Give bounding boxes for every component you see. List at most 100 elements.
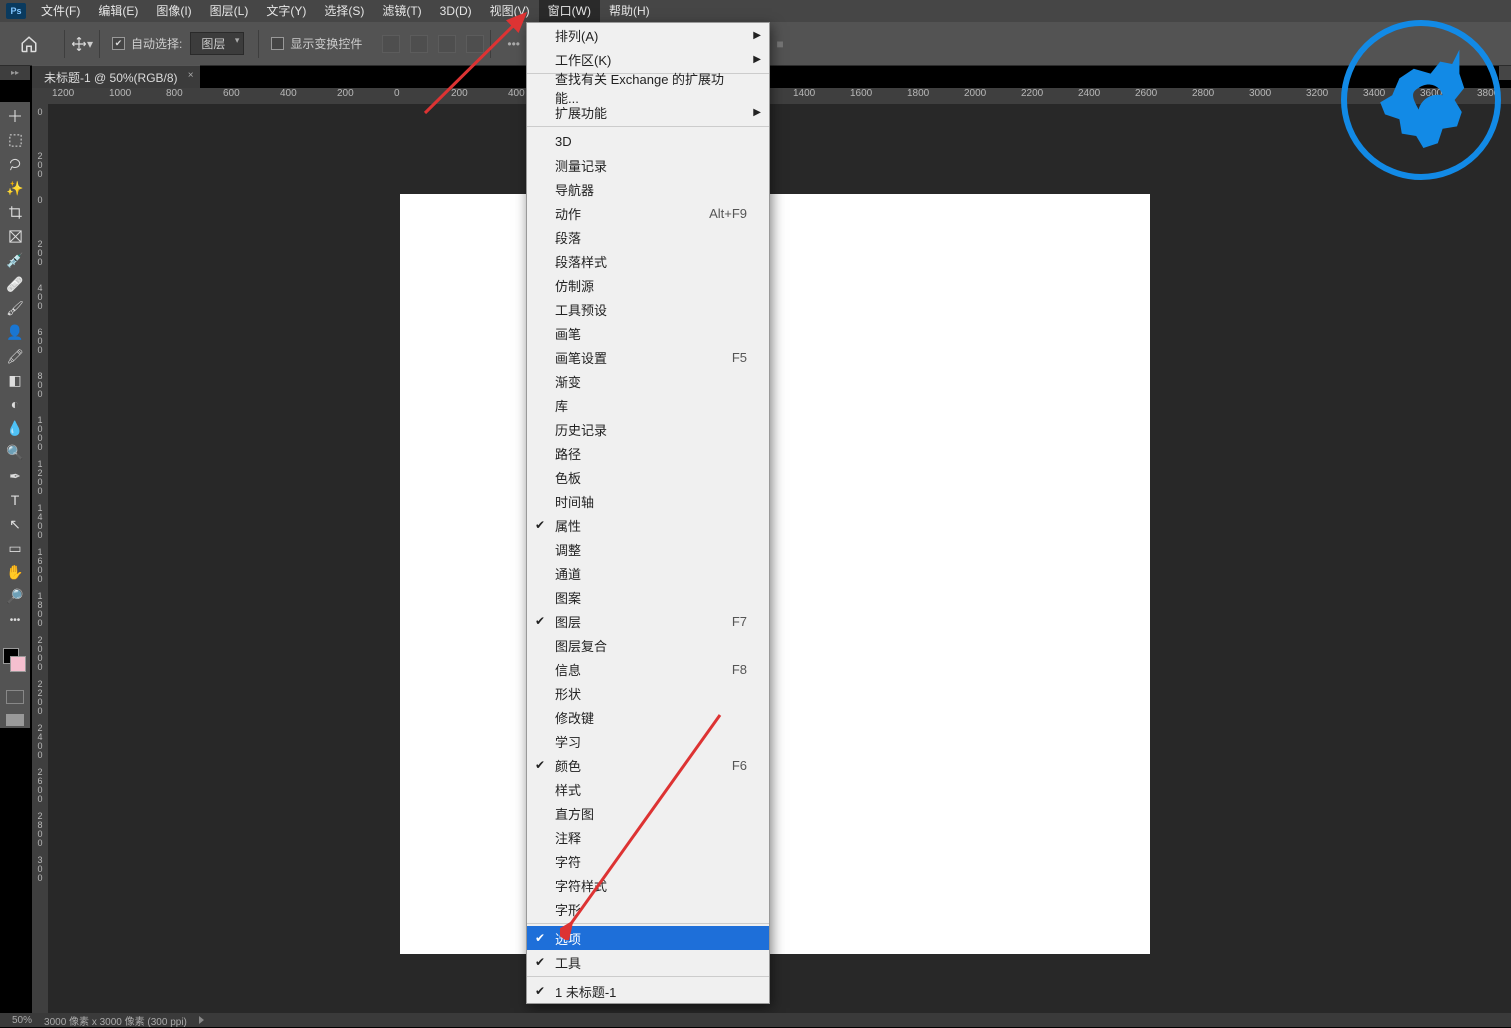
zoom-level[interactable]: 50% [12, 1015, 32, 1026]
menu-item-文件[interactable]: 文件(F) [32, 0, 89, 22]
wand-tool-icon[interactable]: ✨ [0, 176, 30, 200]
menu-item[interactable]: 扩展功能▶ [527, 100, 769, 124]
menu-item[interactable]: ✔图层F7 [527, 609, 769, 633]
zoom-tool-icon[interactable]: 🔎 [0, 584, 30, 608]
menu-item[interactable]: 字符 [527, 849, 769, 873]
align-icon[interactable] [410, 35, 428, 53]
pen-tool-icon[interactable]: ✒ [0, 464, 30, 488]
menu-item[interactable]: 字符样式 [527, 873, 769, 897]
eraser-tool-icon[interactable]: ◧ [0, 368, 30, 392]
crop-tool-icon[interactable] [0, 200, 30, 224]
menu-item[interactable]: 信息F8 [527, 657, 769, 681]
menu-item[interactable]: ✔工具 [527, 950, 769, 974]
frame-tool-icon[interactable] [0, 224, 30, 248]
menu-item[interactable]: 历史记录 [527, 417, 769, 441]
history-brush-icon[interactable]: 🖍 [0, 344, 30, 368]
background-color[interactable] [10, 656, 26, 672]
menu-item-3d[interactable]: 3D(D) [431, 0, 481, 22]
menu-item[interactable]: 画笔 [527, 321, 769, 345]
menu-item[interactable]: 渐变 [527, 369, 769, 393]
menu-item-图层[interactable]: 图层(L) [201, 0, 258, 22]
menu-item[interactable]: 调整 [527, 537, 769, 561]
shape-tool-icon[interactable]: ▭ [0, 536, 30, 560]
canvas[interactable] [400, 194, 1150, 954]
menu-item[interactable]: 段落样式 [527, 249, 769, 273]
menu-item[interactable]: 排列(A)▶ [527, 23, 769, 47]
menu-item-帮助[interactable]: 帮助(H) [600, 0, 659, 22]
menu-item[interactable]: 形状 [527, 681, 769, 705]
menu-item-窗口[interactable]: 窗口(W) [539, 0, 600, 22]
dodge-tool-icon[interactable]: 🔍 [0, 440, 30, 464]
show-transform-checkbox[interactable] [271, 37, 284, 50]
heal-tool-icon[interactable]: 🩹 [0, 272, 30, 296]
menu-item[interactable]: 工作区(K)▶ [527, 47, 769, 71]
camera-icon[interactable]: ■ [771, 35, 789, 53]
menu-item[interactable]: 路径 [527, 441, 769, 465]
menu-item-编辑[interactable]: 编辑(E) [89, 0, 147, 22]
menu-item[interactable]: 测量记录 [527, 153, 769, 177]
menu-item[interactable]: 修改键 [527, 705, 769, 729]
path-select-icon[interactable]: ↖ [0, 512, 30, 536]
eyedropper-tool-icon[interactable]: 💉 [0, 248, 30, 272]
marquee-tool-icon[interactable] [0, 128, 30, 152]
gradient-tool-icon[interactable]: ◐ [0, 392, 30, 416]
right-collapse-strip[interactable] [1499, 66, 1511, 80]
menu-item[interactable]: 色板 [527, 465, 769, 489]
menu-item[interactable]: 样式 [527, 777, 769, 801]
align-icon[interactable] [466, 35, 484, 53]
menu-item[interactable]: 3D [527, 129, 769, 153]
layer-dropdown[interactable]: 图层 [190, 32, 244, 55]
type-tool-icon[interactable]: T [0, 488, 30, 512]
menu-item[interactable]: ✔选项 [527, 926, 769, 950]
menu-item[interactable]: 字形 [527, 897, 769, 921]
move-tool-icon[interactable] [0, 104, 30, 128]
menu-item[interactable]: 导航器 [527, 177, 769, 201]
menu-item[interactable]: 学习 [527, 729, 769, 753]
menu-item[interactable]: 库 [527, 393, 769, 417]
panel-collapse-strip[interactable]: ▸▸ [0, 66, 30, 80]
document-tab[interactable]: 未标题-1 @ 50%(RGB/8) × [32, 65, 200, 89]
menu-item[interactable]: ✔属性 [527, 513, 769, 537]
move-tool-icon[interactable]: ▾ [71, 33, 93, 55]
menu-item[interactable]: 段落 [527, 225, 769, 249]
quickmask-icon[interactable] [6, 690, 24, 704]
menu-item[interactable]: 图层复合 [527, 633, 769, 657]
menu-item[interactable]: ✔颜色F6 [527, 753, 769, 777]
auto-select-checkbox[interactable] [112, 37, 125, 50]
submenu-arrow-icon: ▶ [753, 54, 761, 65]
menu-item-滤镜[interactable]: 滤镜(T) [373, 0, 430, 22]
menu-item[interactable]: 时间轴 [527, 489, 769, 513]
lasso-tool-icon[interactable] [0, 152, 30, 176]
blur-tool-icon[interactable]: 💧 [0, 416, 30, 440]
menu-item-文字[interactable]: 文字(Y) [257, 0, 315, 22]
menu-item-选择[interactable]: 选择(S) [315, 0, 373, 22]
menu-item-label: 字符 [555, 852, 581, 871]
screenmode-icon[interactable] [6, 714, 24, 726]
menu-item[interactable]: 查找有关 Exchange 的扩展功能... [527, 76, 769, 100]
edit-toolbar-icon[interactable]: ••• [0, 608, 30, 632]
menu-item[interactable]: 仿制源 [527, 273, 769, 297]
check-icon: ✔ [535, 518, 545, 532]
align-icon[interactable] [438, 35, 456, 53]
brush-tool-icon[interactable]: 🖌 [0, 296, 30, 320]
show-transform-label: 显示变换控件 [290, 35, 362, 52]
menu-item-视图[interactable]: 视图(V) [481, 0, 539, 22]
menu-item[interactable]: 通道 [527, 561, 769, 585]
status-arrow-icon[interactable] [199, 1016, 204, 1024]
home-icon[interactable] [14, 29, 44, 59]
hand-tool-icon[interactable]: ✋ [0, 560, 30, 584]
menu-item[interactable]: 直方图 [527, 801, 769, 825]
menu-item-label: 画笔设置 [555, 348, 607, 367]
menu-item-label: 库 [555, 396, 568, 415]
menu-item[interactable]: ✔1 未标题-1 [527, 979, 769, 1003]
more-icon[interactable]: ••• [507, 37, 520, 51]
menu-item[interactable]: 画笔设置F5 [527, 345, 769, 369]
menu-item-图像[interactable]: 图像(I) [147, 0, 200, 22]
menu-item[interactable]: 图案 [527, 585, 769, 609]
menu-item[interactable]: 注释 [527, 825, 769, 849]
menu-item[interactable]: 工具预设 [527, 297, 769, 321]
align-icon[interactable] [382, 35, 400, 53]
stamp-tool-icon[interactable]: 👤 [0, 320, 30, 344]
close-icon[interactable]: × [188, 70, 194, 81]
menu-item[interactable]: 动作Alt+F9 [527, 201, 769, 225]
